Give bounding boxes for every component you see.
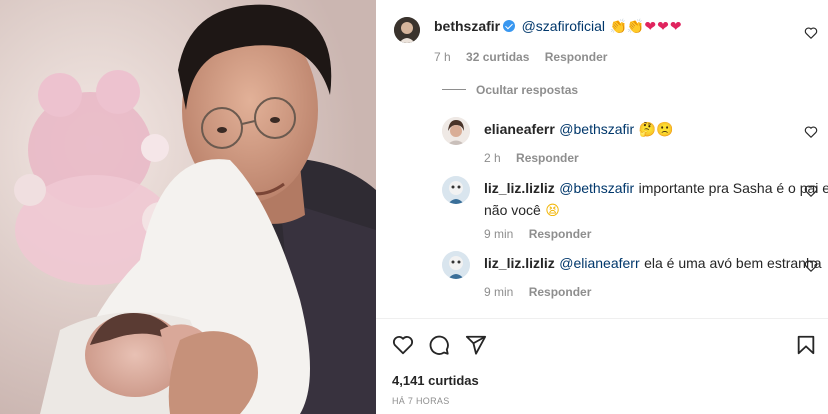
comment-meta: 9 min Responder: [484, 285, 603, 299]
comment-time: 9 min: [484, 227, 514, 241]
comment-mention[interactable]: @szafiroficial: [522, 18, 605, 34]
comment-body: liz_liz.lizliz @elianeaferr ela é uma av…: [484, 255, 822, 273]
comment-meta: 2 h Responder: [484, 151, 591, 165]
comment-mention[interactable]: @bethszafir: [559, 180, 634, 196]
photo-illustration: [0, 0, 376, 414]
avatar-image: [442, 251, 470, 279]
comment-text: ela é uma avó bem estranha: [644, 255, 822, 271]
avatar-image: [442, 176, 470, 204]
heart-outline-icon[interactable]: [392, 334, 414, 356]
comment-username[interactable]: liz_liz.lizliz: [484, 255, 555, 271]
comment-username[interactable]: liz_liz.lizliz: [484, 180, 555, 196]
comment-time: 7 h: [434, 50, 451, 64]
replies-line: [442, 89, 466, 90]
comment-meta: 7 h 32 curtidas Responder: [434, 50, 619, 64]
comment-emoji: 👏👏❤❤❤: [609, 19, 683, 35]
actions-divider: [376, 318, 828, 319]
avatar[interactable]: [442, 176, 470, 204]
avatar-image: [442, 117, 470, 145]
avatar[interactable]: [442, 117, 470, 145]
heart-small-icon[interactable]: [804, 26, 818, 40]
reply-button[interactable]: Responder: [529, 227, 592, 241]
reply-button[interactable]: Responder: [529, 285, 592, 299]
heart-small-icon[interactable]: [804, 184, 818, 198]
comments-panel: bethszafir @szafiroficial 👏👏❤❤❤ 7 h 32 c…: [376, 0, 828, 414]
comment-username[interactable]: elianeaferr: [484, 121, 555, 137]
heart-small-icon[interactable]: [804, 125, 818, 139]
verified-badge-icon: [503, 20, 516, 32]
bookmark-icon[interactable]: [795, 334, 817, 356]
avatar-image: [394, 17, 420, 43]
reply-button[interactable]: Responder: [516, 151, 579, 165]
comment-username[interactable]: bethszafir: [434, 18, 500, 34]
likes-count[interactable]: 4,141 curtidas: [392, 373, 479, 388]
reply-button[interactable]: Responder: [545, 50, 608, 64]
comment-text: importante pra Sasha é o pai e: [638, 180, 828, 196]
comment-meta: 9 min Responder: [484, 227, 603, 241]
comment-icon[interactable]: [428, 334, 450, 356]
heart-small-icon[interactable]: [804, 259, 818, 273]
comment-time: 2 h: [484, 151, 501, 165]
comment-body: elianeaferr @bethszafir 🤔🙁: [484, 121, 674, 139]
comment-mention[interactable]: @bethszafir: [559, 121, 634, 137]
comment-time: 9 min: [484, 285, 514, 299]
paper-plane-icon[interactable]: [465, 334, 487, 356]
comment-body: bethszafir @szafiroficial 👏👏❤❤❤: [434, 18, 683, 36]
comment-mention[interactable]: @elianeaferr: [559, 255, 639, 271]
hide-replies-button[interactable]: Ocultar respostas: [476, 83, 578, 97]
avatar[interactable]: [442, 251, 470, 279]
comment-likes[interactable]: 32 curtidas: [466, 50, 529, 64]
red-heart-icon: ❤❤❤: [644, 19, 683, 35]
post-photo: [0, 0, 376, 414]
thinking-face-icon: 🤔🙁: [638, 121, 674, 137]
avatar[interactable]: [394, 17, 420, 43]
tired-face-icon: 😫: [545, 202, 560, 218]
comment-body: liz_liz.lizliz @bethszafir importante pr…: [484, 180, 828, 220]
post-time-ago[interactable]: HÁ 7 HORAS: [392, 396, 450, 406]
clap-icon: 👏👏: [609, 19, 645, 35]
comment-text-line2: não você: [484, 202, 541, 218]
